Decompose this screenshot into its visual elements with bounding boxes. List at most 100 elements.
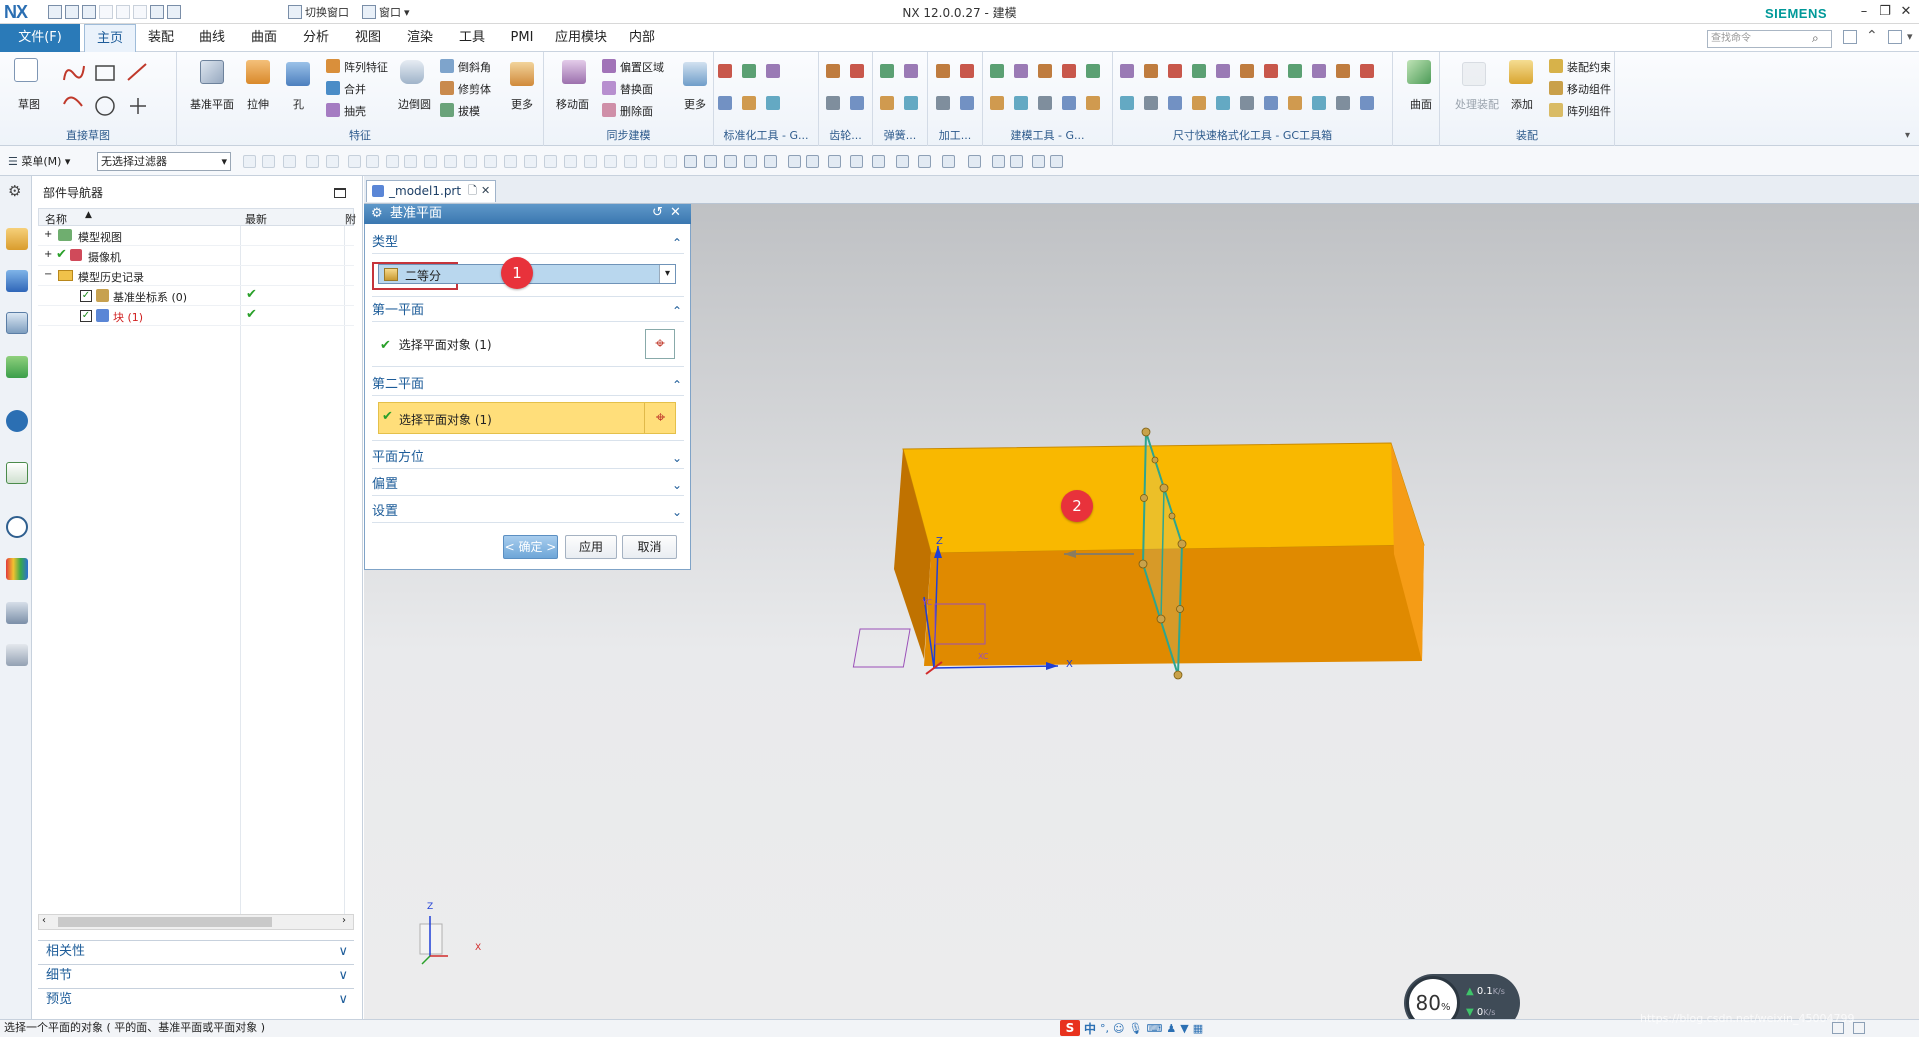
selection-tool-icon[interactable]: [404, 155, 417, 168]
tree-row-cameras[interactable]: + ✔ 摄像机: [38, 246, 354, 266]
emoji-icon[interactable]: ☺: [1113, 1022, 1124, 1035]
toolbox-command-icon[interactable]: [1038, 96, 1052, 110]
ribbon-options-chevron-icon[interactable]: ▾: [1905, 130, 1910, 141]
toolbox-command-icon[interactable]: [936, 96, 950, 110]
status-toggle-icon[interactable]: [1853, 1022, 1865, 1034]
selection-tool-icon[interactable]: [1010, 155, 1023, 168]
tree-row-model-views[interactable]: + 模型视图: [38, 226, 354, 246]
tab-1[interactable]: 装配: [136, 24, 186, 52]
add-component-label[interactable]: 添加: [1511, 96, 1533, 112]
toolbox-command-icon[interactable]: [880, 64, 894, 78]
toolbox-command-icon[interactable]: [742, 96, 756, 110]
toolbox-command-icon[interactable]: [766, 96, 780, 110]
column-attached[interactable]: 附: [345, 211, 356, 227]
selection-tool-icon[interactable]: [744, 155, 757, 168]
tab-0[interactable]: 主页: [84, 24, 136, 52]
dialog-gear-icon[interactable]: ⚙: [371, 206, 383, 221]
repeat-command-icon[interactable]: [167, 5, 181, 19]
punctuation-icon[interactable]: °,: [1100, 1022, 1109, 1035]
extrude-icon[interactable]: [246, 60, 270, 84]
selection-tool-icon[interactable]: [464, 155, 477, 168]
trim-body-label[interactable]: 修剪体: [458, 81, 491, 97]
roles-icon[interactable]: [6, 644, 28, 666]
selection-tool-icon[interactable]: [1050, 155, 1063, 168]
expand-icon[interactable]: +: [44, 229, 52, 240]
collapse-icon[interactable]: −: [44, 269, 52, 280]
pattern-component-label[interactable]: 阵列组件: [1567, 103, 1611, 119]
toolbox-command-icon[interactable]: [742, 64, 756, 78]
first-plane-selection[interactable]: ✔ 选择平面对象 (1): [380, 336, 492, 353]
tab-4[interactable]: 分析: [290, 24, 342, 52]
process-studio-icon[interactable]: [6, 602, 28, 624]
section-offset[interactable]: 偏置 ⌄: [372, 474, 684, 496]
reset-icon[interactable]: ↺: [652, 205, 663, 220]
toolbox-command-icon[interactable]: [718, 64, 732, 78]
delete-face-label[interactable]: 删除面: [620, 103, 653, 119]
pattern-feature-label[interactable]: 阵列特征: [344, 59, 388, 75]
toolbox-command-icon[interactable]: [850, 64, 864, 78]
selection-tool-icon[interactable]: [1032, 155, 1045, 168]
more-features-icon[interactable]: [510, 62, 534, 86]
system-materials-icon[interactable]: [6, 558, 28, 580]
search-icon[interactable]: ⌕: [1812, 31, 1819, 46]
tree-row-model-history[interactable]: − 模型历史记录: [38, 266, 354, 286]
select-object-crosshair-icon[interactable]: ⌖: [645, 329, 675, 359]
toolbox-command-icon[interactable]: [1120, 96, 1134, 110]
toolbox-command-icon[interactable]: [1144, 64, 1158, 78]
expand-icon[interactable]: +: [44, 249, 52, 260]
toolbox-command-icon[interactable]: [1336, 96, 1350, 110]
scroll-left-icon[interactable]: ‹: [42, 915, 46, 926]
toolbox-command-icon[interactable]: [1062, 96, 1076, 110]
dialog-close-icon[interactable]: ✕: [670, 205, 681, 220]
gear-icon[interactable]: ⚙: [8, 182, 21, 200]
chevron-up-icon[interactable]: ⌃: [1866, 28, 1878, 44]
toolbox-command-icon[interactable]: [718, 96, 732, 110]
close-tab-icon[interactable]: ✕: [481, 181, 490, 201]
paste-icon[interactable]: [133, 5, 147, 19]
sketch-curve-tools[interactable]: [60, 60, 170, 122]
toolbox-command-icon[interactable]: [1192, 96, 1206, 110]
toolbox-command-icon[interactable]: [1360, 64, 1374, 78]
document-tab[interactable]: _model1.prt 🗋 ✕: [366, 180, 496, 202]
move-face-icon[interactable]: [562, 60, 586, 84]
toolbox-command-icon[interactable]: [766, 64, 780, 78]
web-browser-icon[interactable]: [6, 462, 28, 484]
tab-10[interactable]: 内部: [616, 24, 668, 52]
save-icon[interactable]: [48, 5, 62, 19]
selection-tool-icon[interactable]: [828, 155, 841, 168]
toolbox-command-icon[interactable]: [1216, 64, 1230, 78]
history-clock-icon[interactable]: [6, 516, 28, 538]
tab-6[interactable]: 渲染: [394, 24, 446, 52]
section-first-plane[interactable]: 第一平面 ⌃: [372, 300, 684, 322]
add-component-icon[interactable]: [1509, 60, 1533, 84]
tree-row-block[interactable]: ✓ 块 (1) ✔: [38, 306, 354, 326]
toolbox-command-icon[interactable]: [990, 64, 1004, 78]
visibility-checkbox[interactable]: ✓: [80, 310, 92, 322]
toolbox-command-icon[interactable]: [1168, 96, 1182, 110]
part-navigator-icon[interactable]: [6, 312, 28, 334]
selection-tool-icon[interactable]: [918, 155, 931, 168]
pattern-feature-icon[interactable]: [326, 59, 340, 73]
move-component-icon[interactable]: [1549, 81, 1563, 95]
selection-tool-icon[interactable]: [326, 155, 339, 168]
toolbox-command-icon[interactable]: [990, 96, 1004, 110]
new-window-icon[interactable]: [150, 5, 164, 19]
dependencies-panel-header[interactable]: 相关性 ∨: [38, 940, 354, 962]
switch-window-button[interactable]: 切换窗口: [288, 4, 349, 20]
scroll-right-icon[interactable]: ›: [342, 915, 346, 926]
column-latest[interactable]: 最新: [245, 211, 267, 227]
toolbox-command-icon[interactable]: [1312, 64, 1326, 78]
skin-icon[interactable]: ▼: [1180, 1022, 1188, 1035]
maximize-navigator-icon[interactable]: [334, 188, 346, 198]
keyboard-icon[interactable]: ⌨: [1146, 1022, 1162, 1035]
assembly-constraint-label[interactable]: 装配约束: [1567, 59, 1611, 75]
selection-tool-icon[interactable]: [664, 155, 677, 168]
tree-row-datum-csys[interactable]: ✓ 基准坐标系 (0) ✔: [38, 286, 354, 306]
selection-tool-icon[interactable]: [283, 155, 296, 168]
constraint-navigator-icon[interactable]: [6, 270, 28, 292]
surface-icon[interactable]: [1407, 60, 1431, 84]
selection-tool-icon[interactable]: [604, 155, 617, 168]
menu-button[interactable]: ☰ 菜单(M) ▾: [8, 153, 70, 169]
toolbox-command-icon[interactable]: [1014, 96, 1028, 110]
selection-tool-icon[interactable]: [544, 155, 557, 168]
